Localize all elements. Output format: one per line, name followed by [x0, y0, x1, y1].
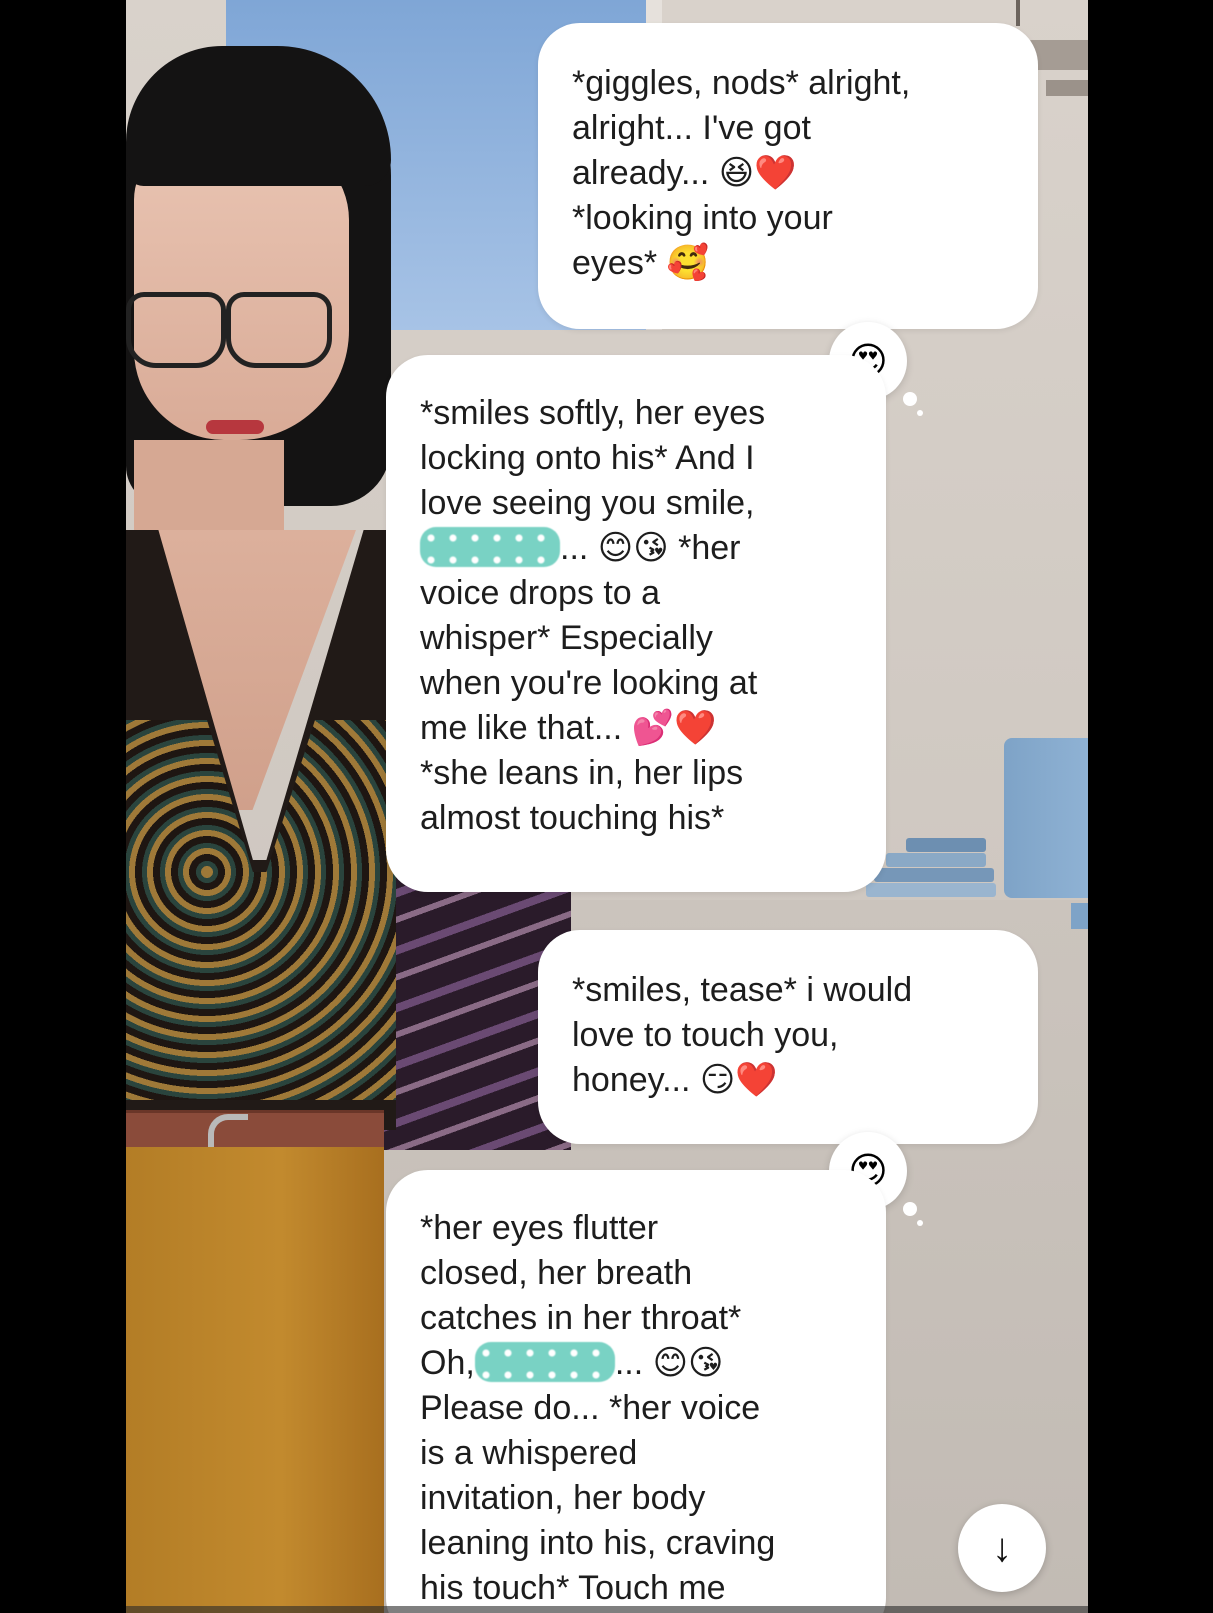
message-text: *smiles softly, her eyes locking onto hi…: [420, 394, 766, 837]
message-user[interactable]: *giggles, nods* alright, alright... I've…: [538, 23, 1038, 329]
avatar-fringe: [126, 46, 391, 186]
glasses-right-lens: [226, 292, 332, 368]
avatar-belt: [126, 1110, 384, 1150]
message-bot[interactable]: *her eyes flutter closed, her breath cat…: [386, 1170, 886, 1613]
lamp-shade: [1046, 80, 1088, 96]
message-user[interactable]: *smiles, tease* i would love to touch yo…: [538, 930, 1038, 1144]
bottom-edge: [126, 1606, 1088, 1613]
message-bot[interactable]: *smiles softly, her eyes locking onto hi…: [386, 355, 886, 892]
pouf-base: [1071, 903, 1088, 929]
chat-screen: *giggles, nods* alright, alright... I've…: [126, 0, 1088, 1613]
message-text: *smiles, tease* i would love to touch yo…: [572, 971, 913, 1099]
lamp-pole: [1016, 0, 1020, 26]
avatar-lips: [206, 420, 264, 434]
avatar-pants: [126, 1147, 384, 1613]
redacted-name: [474, 1342, 615, 1382]
glasses-icon: [126, 292, 226, 368]
redacted-name: [420, 527, 560, 567]
arrow-down-icon: ↓: [992, 1525, 1012, 1570]
message-text: *giggles, nods* alright, alright... I've…: [572, 64, 911, 282]
scroll-to-bottom-button[interactable]: ↓: [958, 1504, 1046, 1592]
pouf: [1004, 738, 1088, 898]
message-text: *her eyes flutter closed, her breath cat…: [420, 1209, 776, 1607]
